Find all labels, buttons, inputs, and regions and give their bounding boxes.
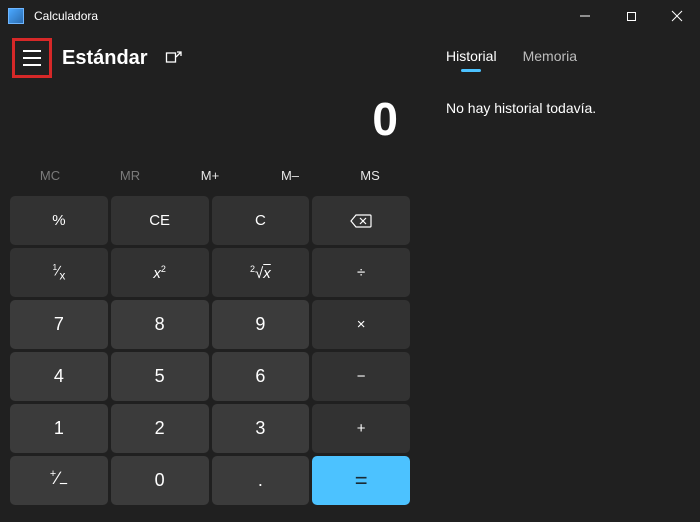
display-value: 0 — [10, 80, 410, 152]
calculator-area: 0 MC MR M+ M– MS % CE C 1∕x x2 2√x ÷ 7 8… — [0, 80, 420, 505]
clear-entry-key[interactable]: CE — [111, 196, 209, 245]
menu-button[interactable] — [12, 38, 52, 78]
plus-key[interactable]: + — [312, 404, 410, 453]
divide-key[interactable]: ÷ — [312, 248, 410, 297]
equals-key[interactable]: = — [312, 456, 410, 505]
backspace-icon — [350, 214, 372, 228]
side-panel: Historial Memoria No hay historial todav… — [430, 40, 700, 116]
memory-plus-button[interactable]: M+ — [170, 158, 250, 192]
negate-key[interactable]: +∕− — [10, 456, 108, 505]
maximize-button[interactable] — [608, 0, 654, 32]
clear-key[interactable]: C — [212, 196, 310, 245]
memory-row: MC MR M+ M– MS — [10, 158, 410, 192]
backspace-key[interactable] — [312, 196, 410, 245]
digit-9-key[interactable]: 9 — [212, 300, 310, 349]
digit-1-key[interactable]: 1 — [10, 404, 108, 453]
negate-label: +∕− — [50, 468, 68, 493]
digit-4-key[interactable]: 4 — [10, 352, 108, 401]
memory-recall-button[interactable]: MR — [90, 158, 170, 192]
memory-clear-button[interactable]: MC — [10, 158, 90, 192]
square-label: x2 — [153, 264, 166, 282]
square-key[interactable]: x2 — [111, 248, 209, 297]
close-icon — [671, 10, 683, 22]
memory-store-button[interactable]: MS — [330, 158, 410, 192]
memory-minus-button[interactable]: M– — [250, 158, 330, 192]
maximize-icon — [626, 11, 637, 22]
minimize-icon — [579, 10, 591, 22]
keep-on-top-button[interactable] — [156, 40, 192, 76]
titlebar: Calculadora — [0, 0, 700, 32]
window-controls — [562, 0, 700, 32]
reciprocal-key[interactable]: 1∕x — [10, 248, 108, 297]
digit-6-key[interactable]: 6 — [212, 352, 310, 401]
reciprocal-label: 1∕x — [52, 262, 65, 282]
digit-3-key[interactable]: 3 — [212, 404, 310, 453]
digit-8-key[interactable]: 8 — [111, 300, 209, 349]
tab-history[interactable]: Historial — [446, 48, 497, 72]
percent-key[interactable]: % — [10, 196, 108, 245]
sqrt-label: 2√x — [250, 264, 271, 282]
hamburger-icon — [23, 50, 41, 66]
side-tabs: Historial Memoria — [446, 48, 684, 72]
mode-title: Estándar — [62, 47, 148, 70]
multiply-key[interactable]: × — [312, 300, 410, 349]
sqrt-key[interactable]: 2√x — [212, 248, 310, 297]
keypad: % CE C 1∕x x2 2√x ÷ 7 8 9 × 4 5 6 − 1 2 … — [10, 196, 410, 505]
digit-5-key[interactable]: 5 — [111, 352, 209, 401]
digit-7-key[interactable]: 7 — [10, 300, 108, 349]
keep-on-top-icon — [165, 49, 183, 67]
minimize-button[interactable] — [562, 0, 608, 32]
minus-key[interactable]: − — [312, 352, 410, 401]
history-empty-message: No hay historial todavía. — [446, 100, 684, 116]
tab-memory[interactable]: Memoria — [523, 48, 577, 72]
close-button[interactable] — [654, 0, 700, 32]
decimal-key[interactable]: . — [212, 456, 310, 505]
window-title: Calculadora — [34, 9, 98, 23]
digit-0-key[interactable]: 0 — [111, 456, 209, 505]
digit-2-key[interactable]: 2 — [111, 404, 209, 453]
app-icon — [8, 8, 24, 24]
